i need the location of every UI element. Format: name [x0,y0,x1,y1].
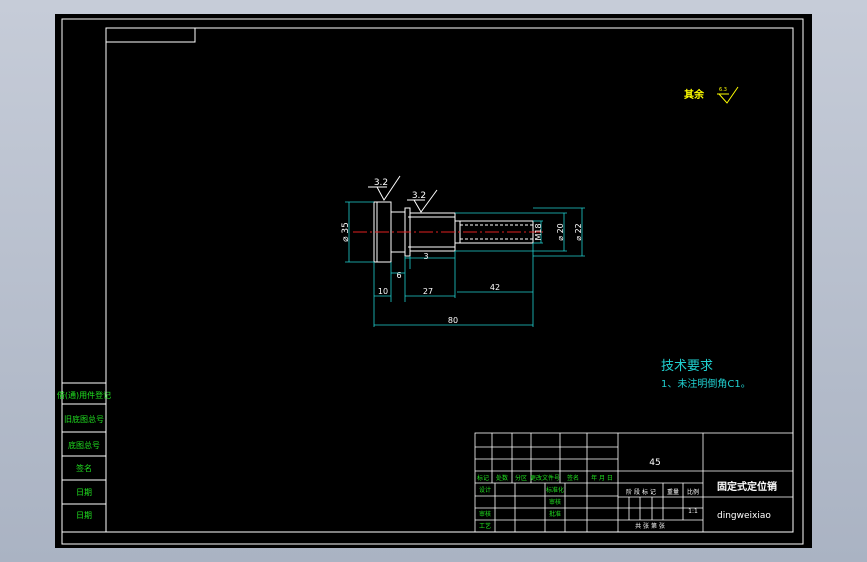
side-label-3: 签名 [76,463,92,473]
tech-req-note: 1、未注明倒角C1。 [661,377,751,390]
tb-header-4: 签名 [567,474,579,482]
drawing-number: dingweixiao [717,511,771,521]
other-roughness-value: 6.3 [719,87,727,93]
tech-req-title: 技术要求 [661,359,713,374]
tb-header-0: 标记 [477,474,489,482]
material-value: 45 [649,458,660,468]
tb-role-mid-2: 批准 [549,510,561,518]
tb-sheet-info: 共 张 第 张 [635,522,665,530]
part-name: 固定式定位销 [717,480,777,493]
drawing-canvas: 借(通)用件登记 旧底图总号 底图总号 签名 日期 日期 ⌀ 35 M18 ⌀ … [57,18,804,545]
dim-80: 80 [448,316,458,325]
dim-3: 3 [423,252,428,261]
dim-dia-small: ⌀ 22 [574,223,583,241]
tb-header-3: 更改文件号 [530,474,560,482]
tb-role-mid-1: 审核 [549,498,561,506]
scale-value: 1:1 [688,508,698,515]
side-label-1: 旧底图总号 [64,414,104,424]
dim-42: 42 [490,283,500,292]
dim-6: 6 [396,271,401,280]
tb-weight-label: 重量 [667,488,679,496]
inner-frame [105,27,794,533]
dim-10: 10 [378,287,388,296]
tb-role-mid-0: 标准化 [546,486,564,494]
side-label-4: 日期 [76,488,92,497]
other-roughness-label: 其余 [684,88,705,101]
tb-role-left-2: 工艺 [479,522,491,530]
dim-dia-large: ⌀ 35 [341,222,351,242]
dim-27: 27 [423,287,433,296]
top-left-code-box [105,27,196,43]
tb-role-left-1: 审核 [479,510,491,518]
dim-thread: M18 [534,223,543,240]
dim-dia-mid: ⌀ 20 [556,223,565,241]
roughness-label-1: 3.2 [374,178,388,188]
side-label-2: 底图总号 [68,440,100,450]
side-strip [61,382,107,533]
side-label-5: 日期 [76,511,92,520]
tb-header-1: 处数 [496,474,508,482]
tb-scale-label: 比例 [687,488,699,496]
tb-stage-label: 阶 段 标 记 [626,488,656,496]
roughness-label-2: 3.2 [412,191,426,201]
drawing-sheet: 借(通)用件登记 旧底图总号 底图总号 签名 日期 日期 ⌀ 35 M18 ⌀ … [55,14,812,548]
cad-viewport[interactable]: 借(通)用件登记 旧底图总号 底图总号 签名 日期 日期 ⌀ 35 M18 ⌀ … [0,0,867,562]
tb-header-2: 分区 [515,474,527,482]
side-label-0: 借(通)用件登记 [57,390,111,400]
tb-role-left-0: 设计 [479,486,491,494]
tb-header-5: 年 月 日 [591,474,613,482]
